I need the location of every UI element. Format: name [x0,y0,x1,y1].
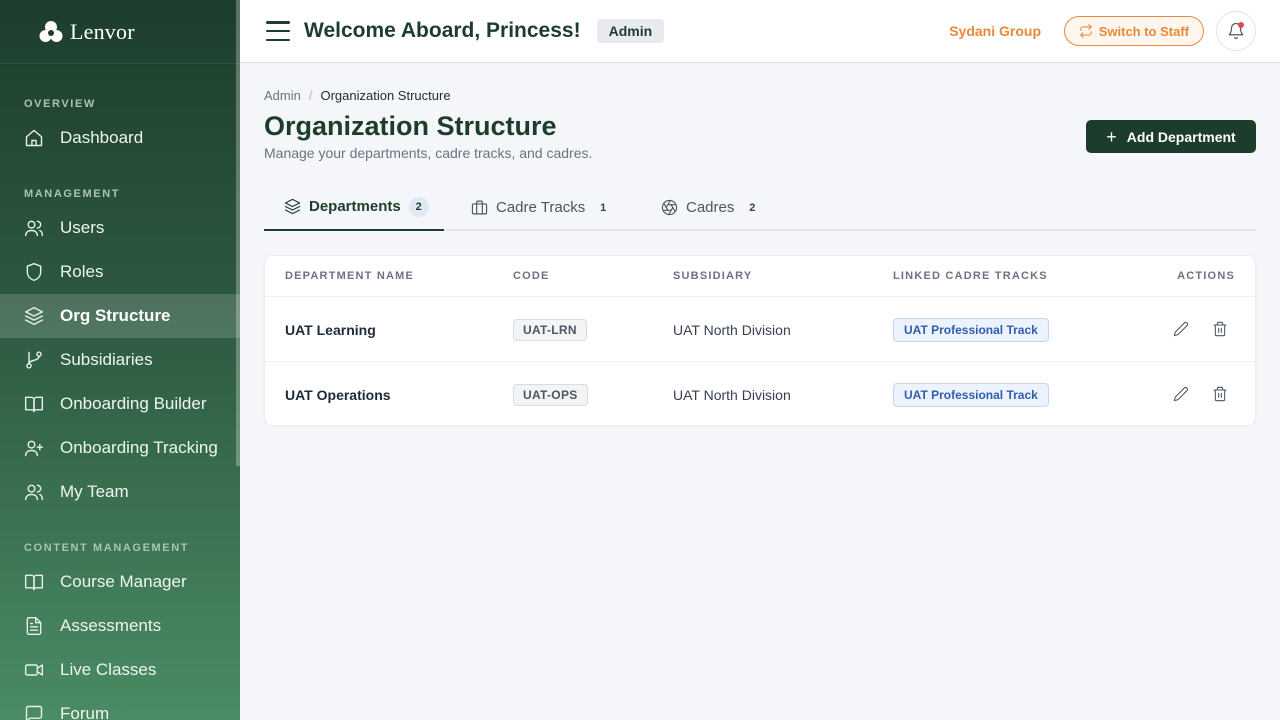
tab-departments[interactable]: Departments 2 [264,184,444,231]
breadcrumb-current: Organization Structure [320,88,451,103]
department-code: UAT-OPS [513,383,588,406]
sidebar-item-assessments[interactable]: Assessments [0,604,240,648]
organization-name[interactable]: Sydani Group [949,23,1041,39]
brand-name: Lenvor [70,18,135,44]
sidebar-item-forum[interactable]: Forum [0,692,240,720]
sidebar-item-dashboard[interactable]: Dashboard [0,116,240,160]
notifications-button[interactable] [1216,11,1256,51]
user-plus-icon [24,438,44,458]
book-open-icon [24,394,44,414]
sidebar-item-label: Users [60,218,105,237]
delete-trash-icon[interactable] [1212,321,1230,339]
sidebar-item-roles[interactable]: Roles [0,250,240,294]
book-open-icon [24,572,44,592]
column-header-linked-cadre-tracks: LINKED CADRE TRACKS [893,270,1048,282]
brand-logo[interactable]: Lenvor [0,0,240,64]
tab-bar: Departments 2 Cadre Tracks 1 Cadres 2 [264,184,1256,231]
briefcase-icon [471,200,488,215]
sidebar-item-org-structure[interactable]: Org Structure [0,294,240,338]
shield-icon [24,262,44,282]
page-subtitle: Manage your departments, cadre tracks, a… [264,145,593,161]
sidebar-item-users[interactable]: Users [0,206,240,250]
sidebar-item-label: Onboarding Builder [60,394,207,413]
repeat-icon [1079,24,1092,38]
breadcrumb: Admin / Organization Structure [264,88,451,103]
department-subsidiary: UAT North Division [673,321,791,338]
top-header: Welcome Aboard, Princess! Admin Sydani G… [240,0,1280,63]
sidebar-item-onboarding-builder[interactable]: Onboarding Builder [0,382,240,426]
tab-count-badge: 2 [408,196,429,217]
tab-cadre-tracks[interactable]: Cadre Tracks 1 [471,184,613,231]
layers-icon [24,306,44,326]
switch-to-staff-button[interactable]: Switch to Staff [1063,16,1204,46]
department-subsidiary: UAT North Division [673,386,791,403]
linked-cadre-track-badge: UAT Professional Track [893,382,1049,407]
sidebar-item-label: Assessments [60,616,162,635]
aperture-icon [661,199,678,216]
tab-label: Cadres [686,199,735,216]
role-badge: Admin [596,19,665,43]
sidebar-item-label: Onboarding Tracking [60,438,218,457]
sidebar-item-live-classes[interactable]: Live Classes [0,648,240,692]
add-department-label: Add Department [1126,128,1236,145]
file-text-icon [24,616,44,636]
sidebar-item-label: Forum [60,704,110,720]
table-row: UAT Operations UAT-OPS UAT North Divisio… [265,362,1255,425]
breadcrumb-separator: / [308,88,313,103]
delete-trash-icon[interactable] [1212,386,1230,404]
add-department-button[interactable]: + Add Department [1086,120,1256,153]
sidebar-item-course-manager[interactable]: Course Manager [0,560,240,604]
sidebar-item-label: Live Classes [60,660,157,679]
linked-cadre-track-badge: UAT Professional Track [893,317,1049,342]
hamburger-menu-icon[interactable] [266,21,290,41]
column-header-actions: ACTIONS [1177,270,1235,282]
tab-label: Cadre Tracks [496,199,586,216]
plus-icon: + [1106,126,1117,147]
tab-cadres[interactable]: Cadres 2 [661,184,762,231]
tab-label: Departments [309,198,401,215]
tab-count-badge: 1 [600,201,607,214]
users-icon [24,482,44,502]
sidebar-item-label: My Team [60,482,129,501]
table-header: DEPARTMENT NAME CODE SUBSIDIARY LINKED C… [265,256,1255,297]
welcome-message: Welcome Aboard, Princess! [304,19,581,42]
sidebar-item-label: Subsidiaries [60,350,153,369]
layers-icon [284,198,301,215]
sidebar-item-label: Dashboard [60,128,144,147]
notification-dot [1238,22,1244,28]
sidebar-item-onboarding-tracking[interactable]: Onboarding Tracking [0,426,240,470]
department-name: UAT Operations [285,386,391,403]
video-icon [24,660,44,680]
column-header-code: CODE [513,270,550,282]
sidebar: Lenvor OVERVIEW Dashboard MANAGEMENT Use… [0,0,240,720]
section-label-content-management: CONTENT MANAGEMENT [24,542,190,554]
column-header-subsidiary: SUBSIDIARY [673,270,753,282]
department-name: UAT Learning [285,321,376,338]
section-label-management: MANAGEMENT [24,188,121,200]
departments-table: DEPARTMENT NAME CODE SUBSIDIARY LINKED C… [264,255,1256,426]
page-title: Organization Structure [264,111,557,141]
sidebar-item-label: Org Structure [60,306,171,325]
sidebar-item-subsidiaries[interactable]: Subsidiaries [0,338,240,382]
message-square-icon [24,704,44,720]
sidebar-item-my-team[interactable]: My Team [0,470,240,514]
sidebar-item-label: Roles [60,262,104,281]
sidebar-item-label: Course Manager [60,572,187,591]
table-row: UAT Learning UAT-LRN UAT North Division … [265,297,1255,362]
breadcrumb-root[interactable]: Admin [264,88,301,103]
department-code: UAT-LRN [513,318,587,341]
section-label-overview: OVERVIEW [24,98,96,110]
edit-pencil-icon[interactable] [1173,321,1191,339]
switch-to-staff-label: Switch to Staff [1098,23,1189,39]
column-header-department-name: DEPARTMENT NAME [285,270,415,282]
git-branch-icon [24,350,44,370]
home-icon [24,128,44,148]
users-icon [24,218,44,238]
logo-icon [39,20,63,42]
tab-count-badge: 2 [749,201,756,214]
edit-pencil-icon[interactable] [1173,386,1191,404]
